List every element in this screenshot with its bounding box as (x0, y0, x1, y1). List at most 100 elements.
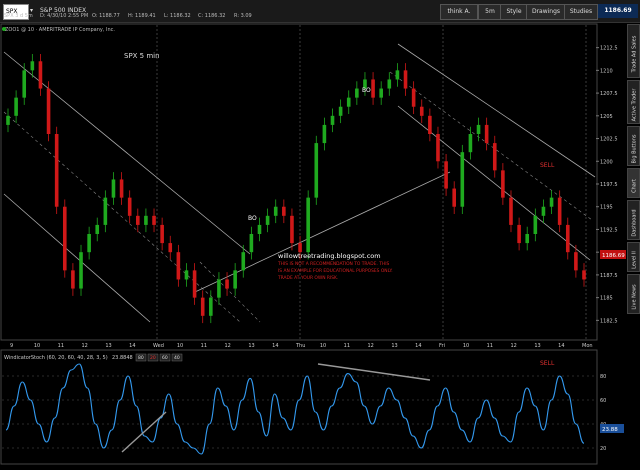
candle-body (233, 270, 237, 289)
candle-body (371, 79, 375, 98)
last-price-badge: 1186.69 (598, 4, 638, 18)
osc-y-tick-label: 80 (600, 374, 606, 380)
candle-body (436, 134, 440, 162)
candle-body (241, 252, 246, 271)
drawings-button[interactable]: Drawings (526, 4, 566, 20)
candle-body (509, 197, 513, 225)
candle-body (533, 215, 538, 234)
quote-low: L: 1186.32 (164, 13, 191, 19)
x-tick-label: 13 (391, 343, 397, 349)
tab-trade-ad-sales[interactable]: Trade Ad Sales (627, 24, 640, 78)
candle-body (184, 270, 189, 280)
candle-body (152, 215, 156, 225)
candle-body (192, 270, 197, 298)
x-tick-label: 10 (463, 343, 469, 349)
osc-y-tick-label: 20 (600, 446, 606, 452)
disclaimer-line: THIS IS NOT A RECOMMENDATION TO TRADE. T… (277, 261, 390, 267)
studies-button[interactable]: Studies (564, 4, 598, 20)
candle-body (273, 206, 278, 216)
x-tick-label: 10 (34, 343, 40, 349)
tab-level-ii[interactable]: Level II (627, 242, 640, 272)
candle-body (111, 179, 116, 198)
candle-body (119, 179, 124, 198)
candle-body (355, 88, 359, 98)
x-tick-label: 13 (248, 343, 254, 349)
candle-body (127, 197, 132, 216)
candle-body (6, 115, 10, 125)
x-tick-label: Mon (582, 343, 593, 349)
quote-high: H: 1189.41 (128, 13, 156, 19)
x-tick-label: 12 (511, 343, 517, 349)
candle-body (379, 88, 383, 98)
quote-date: D: 4/30/10 2:55 PM (40, 13, 89, 19)
candle-body (282, 206, 286, 216)
annotation-bo: BO (362, 87, 371, 94)
candle-body (306, 197, 310, 253)
quote-line: SPX 3 d 5m D: 4/30/10 2:55 PM O: 1188.77… (0, 9, 400, 19)
candle-body (87, 234, 91, 253)
candle-body (95, 224, 100, 234)
x-tick-label: Thu (295, 343, 305, 349)
candle-body (403, 70, 408, 89)
tab-live-news[interactable]: Live News (627, 274, 640, 314)
candle-body (249, 234, 254, 253)
candle-body (330, 115, 335, 125)
x-tick-label: 14 (272, 343, 278, 349)
candle-body (217, 279, 221, 298)
x-tick-label: 11 (201, 343, 207, 349)
candle-body (501, 170, 505, 198)
price-panel (0, 23, 598, 341)
time-x-axis: 9 10 11 12 13 14 Wed 10 11 12 13 14 Thu 10 11 12 13 14 Fri… (10, 343, 593, 349)
y-tick-label: 1200 (600, 159, 613, 165)
status-dot-icon (2, 27, 6, 31)
y-tick-label: 1207.5 (600, 91, 618, 97)
candle-body (160, 224, 164, 244)
candle-body (338, 106, 343, 116)
x-tick-label: 14 (129, 343, 135, 349)
tab-active-trader[interactable]: Active Trader (627, 80, 640, 124)
candle-body (452, 188, 456, 207)
price-y-axis: 1212.5 1210 1207.5 1205 1202.5 1200 1197.5 1195… (596, 46, 618, 324)
candle-body (460, 152, 465, 207)
x-tick-label: 12 (82, 343, 88, 349)
x-tick-label: 14 (558, 343, 564, 349)
quote-open: O: 1188.77 (92, 13, 120, 19)
x-tick-label: 11 (487, 343, 493, 349)
candle-body (525, 234, 530, 244)
tab-chart[interactable]: Chart (627, 168, 640, 198)
x-tick-label: 10 (320, 343, 326, 349)
oscillator-current-text: 23.88 (602, 427, 618, 433)
osc-y-tick-label: 60 (600, 398, 606, 404)
candle-body (492, 143, 497, 171)
chart-area[interactable]: ZOO1 @ 10 · AMERITRADE IP Company, Inc. … (0, 22, 626, 470)
candle-body (290, 215, 294, 244)
candle-body (476, 124, 481, 134)
candle-body (346, 97, 351, 107)
candle-body (136, 215, 140, 225)
y-tick-label: 1192.5 (600, 227, 618, 233)
x-tick-label: 9 (10, 343, 13, 349)
x-tick-label: 10 (177, 343, 183, 349)
price-panel-label: SPX 5 min (124, 52, 160, 60)
style-button[interactable]: Style (500, 4, 528, 20)
candle-body (144, 215, 148, 225)
annotation-sell: SELL (540, 162, 555, 169)
x-tick-label: Wed (153, 343, 164, 349)
candle-body (71, 270, 75, 289)
y-tick-label: 1195 (600, 205, 613, 211)
level-label: 40 (174, 355, 180, 361)
disclaimer-line: IS AN EXAMPLE FOR EDUCATIONAL PURPOSES O… (278, 268, 393, 274)
x-tick-label: 11 (344, 343, 350, 349)
x-tick-label: 13 (534, 343, 540, 349)
account-button[interactable]: think A. (440, 4, 478, 20)
y-tick-label: 1210 (600, 68, 613, 74)
interval-button[interactable]: 5m (478, 4, 502, 20)
candle-body (22, 70, 27, 98)
y-tick-label: 1187.5 (600, 273, 618, 279)
x-tick-label: 12 (368, 343, 374, 349)
candle-body (314, 143, 319, 198)
candle-body (54, 134, 59, 207)
candle-body (395, 70, 400, 80)
quote-close: C: 1186.32 (198, 13, 226, 19)
oscillator-y-axis: 80604020 (600, 374, 606, 452)
